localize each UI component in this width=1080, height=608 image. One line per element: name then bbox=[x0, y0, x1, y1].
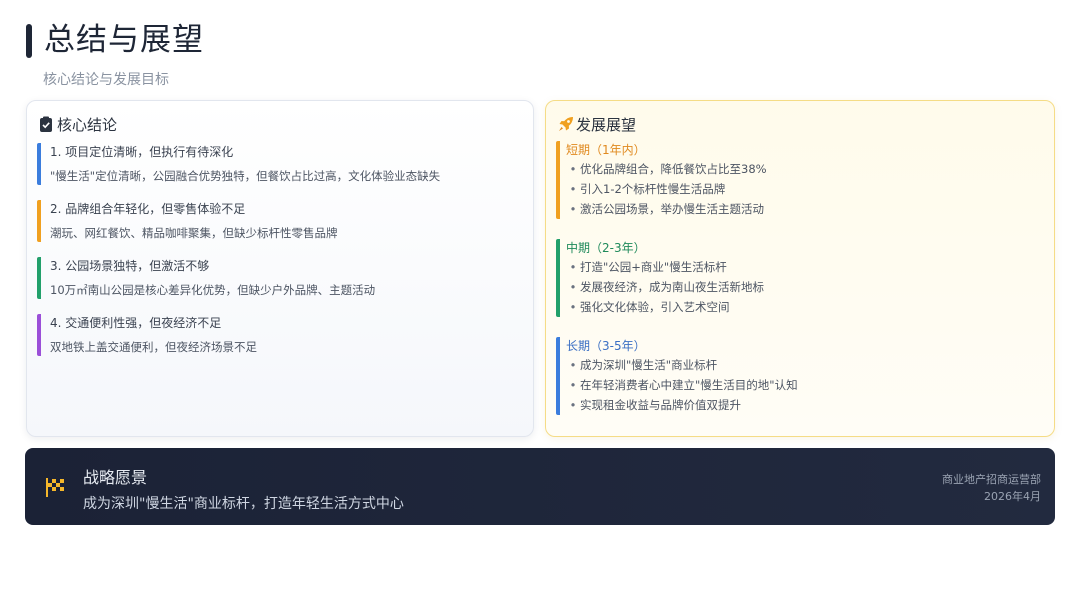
page-title: 总结与展望 bbox=[44, 22, 204, 58]
period-mid-term: 中期（2-3年） • 打造"公园+商业"慢生活标杆 • 发展夜经济，成为南山夜生活新… bbox=[556, 239, 1042, 317]
period-bullet: • 激活公园场景，举办慢生活主题活动 bbox=[569, 202, 764, 216]
conclusions-title: 核心结论 bbox=[57, 115, 118, 134]
checkered-flag-icon bbox=[43, 475, 67, 499]
date-label: 2026年4月 bbox=[984, 490, 1041, 503]
department-label: 商业地产招商运营部 bbox=[942, 473, 1041, 486]
vision-text: 成为深圳"慢生活"商业标杆，打造年轻生活方式中心 bbox=[83, 496, 404, 512]
outlook-card: 发展展望 短期（1年内） • 优化品牌组合，降低餐饮占比至38% • 引入1-2个标… bbox=[545, 100, 1055, 437]
strategic-vision-banner: 战略愿景 成为深圳"慢生活"商业标杆，打造年轻生活方式中心 商业地产招商运营部 … bbox=[25, 448, 1055, 525]
conclusion-heading: 1. 项目定位清晰，但执行有待深化 bbox=[50, 145, 234, 159]
clipboard-icon bbox=[39, 116, 53, 132]
period-bullet: • 实现租金收益与品牌价值双提升 bbox=[569, 398, 741, 412]
outlook-header: 发展展望 bbox=[558, 113, 636, 135]
period-label: 短期（1年内） bbox=[566, 143, 646, 157]
outlook-title: 发展展望 bbox=[576, 115, 637, 134]
conclusion-text: 双地铁上盖交通便利，但夜经济场景不足 bbox=[50, 340, 257, 354]
period-bullet: • 成为深圳"慢生活"商业标杆 bbox=[569, 358, 718, 372]
period-bullet: • 强化文化体验，引入艺术空间 bbox=[569, 300, 730, 314]
conclusion-text: "慢生活"定位清晰，公园融合优势独特，但餐饮占比过高，文化体验业态缺失 bbox=[50, 169, 441, 183]
conclusion-item-3: 3. 公园场景独特，但激活不够 10万㎡南山公园是核心差异化优势，但缺少户外品牌… bbox=[37, 257, 523, 299]
period-long-term: 长期（3-5年） • 成为深圳"慢生活"商业标杆 • 在年轻消费者心中建立"慢生活目… bbox=[556, 337, 1042, 415]
period-short-term: 短期（1年内） • 优化品牌组合，降低餐饮占比至38% • 引入1-2个标杆性慢生活… bbox=[556, 141, 1042, 219]
rocket-icon bbox=[558, 116, 573, 132]
conclusion-item-2: 2. 品牌组合年轻化，但零售体验不足 潮玩、网红餐饮、精品咖啡聚集，但缺少标杆性… bbox=[37, 200, 523, 242]
period-label: 长期（3-5年） bbox=[566, 339, 646, 353]
title-accent-bar bbox=[26, 24, 32, 58]
period-bullet: • 优化品牌组合，降低餐饮占比至38% bbox=[569, 162, 767, 176]
period-bullet: • 发展夜经济，成为南山夜生活新地标 bbox=[569, 280, 764, 294]
conclusion-text: 潮玩、网红餐饮、精品咖啡聚集，但缺少标杆性零售品牌 bbox=[50, 226, 338, 240]
conclusions-header: 核心结论 bbox=[39, 113, 117, 135]
conclusion-text: 10万㎡南山公园是核心差异化优势，但缺少户外品牌、主题活动 bbox=[50, 283, 376, 297]
vision-title: 战略愿景 bbox=[83, 468, 148, 487]
conclusions-card: 核心结论 1. 项目定位清晰，但执行有待深化 "慢生活"定位清晰，公园融合优势独… bbox=[26, 100, 534, 437]
period-bullet: • 在年轻消费者心中建立"慢生活目的地"认知 bbox=[569, 378, 798, 392]
period-bullet: • 引入1-2个标杆性慢生活品牌 bbox=[569, 182, 726, 196]
conclusion-item-4: 4. 交通便利性强，但夜经济不足 双地铁上盖交通便利，但夜经济场景不足 bbox=[37, 314, 523, 356]
conclusion-item-1: 1. 项目定位清晰，但执行有待深化 "慢生活"定位清晰，公园融合优势独特，但餐饮… bbox=[37, 143, 523, 185]
conclusion-heading: 3. 公园场景独特，但激活不够 bbox=[50, 259, 210, 273]
page-subtitle: 核心结论与发展目标 bbox=[43, 72, 169, 88]
conclusion-heading: 4. 交通便利性强，但夜经济不足 bbox=[50, 316, 222, 330]
period-label: 中期（2-3年） bbox=[566, 241, 646, 255]
period-bullet: • 打造"公园+商业"慢生活标杆 bbox=[569, 260, 727, 274]
conclusion-heading: 2. 品牌组合年轻化，但零售体验不足 bbox=[50, 202, 246, 216]
